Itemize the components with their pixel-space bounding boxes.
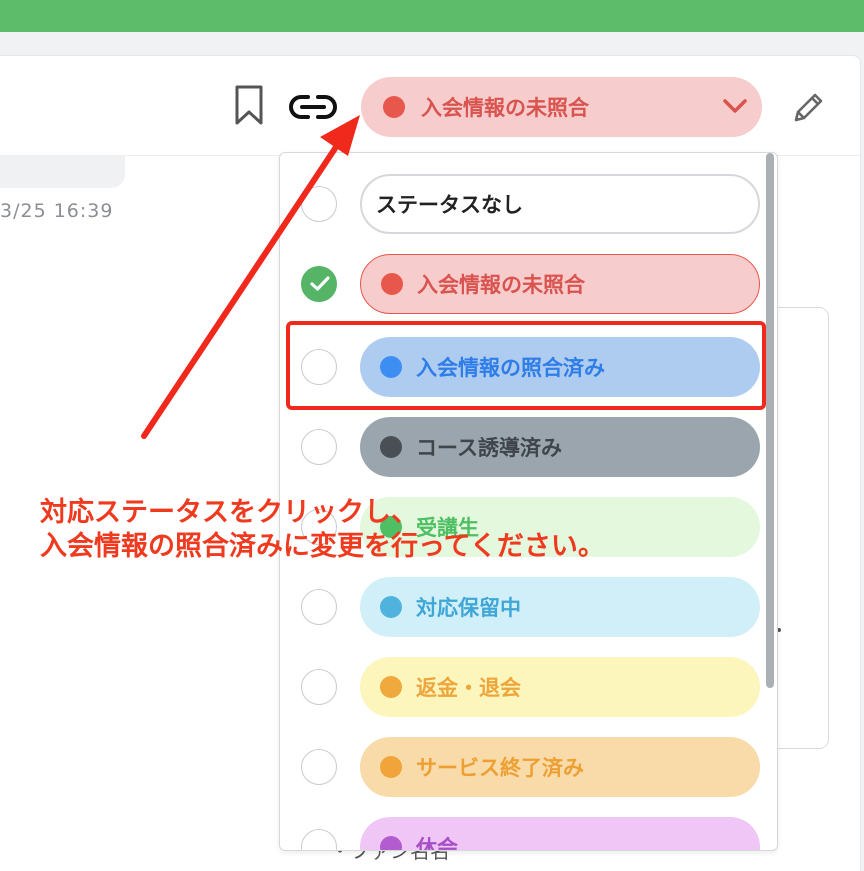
instruction-text: 対応ステータスをクリックし、 入会情報の照合済みに変更を行ってください。: [40, 496, 605, 564]
instruction-line-2: 入会情報の照合済みに変更を行ってください。: [40, 531, 605, 562]
instruction-line-1: 対応ステータスをクリックし、: [40, 497, 418, 528]
annotation-arrow: [141, 115, 360, 439]
